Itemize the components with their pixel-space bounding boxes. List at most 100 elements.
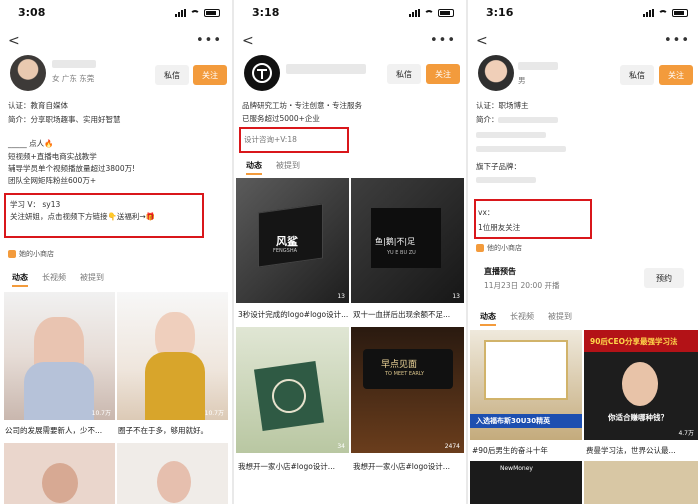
status-bar: 3:18: [234, 6, 466, 22]
like-count: 34: [337, 443, 345, 450]
bio-line: 辅导学员单个视频播放量超过3800万!: [8, 164, 136, 173]
contact-line: vx：: [478, 208, 495, 217]
bio: 简介：分享职场趣事、实用好智慧: [8, 115, 121, 124]
video-thumbnail[interactable]: [117, 443, 228, 504]
video-thumbnail[interactable]: 10.7万: [4, 292, 115, 420]
friends-following[interactable]: 1位朋友关注: [478, 222, 520, 233]
follow-button[interactable]: 关注: [426, 64, 460, 84]
like-count: 2474: [444, 443, 460, 450]
tab-long-video[interactable]: 长视频: [510, 311, 534, 326]
design-thumbnail[interactable]: 鱼|鹅|不|足 YU E BU ZU 13: [351, 178, 464, 303]
signal-icon: [409, 9, 420, 17]
message-button[interactable]: 私信: [387, 64, 421, 84]
logo-subtext: TO MEET EARLY: [385, 371, 425, 377]
status-time: 3:08: [18, 6, 46, 19]
like-count: 13: [452, 293, 460, 300]
design-thumbnail[interactable]: 34: [236, 327, 349, 453]
more-icon[interactable]: •••: [664, 33, 690, 48]
logo-text: 风鲨: [276, 235, 298, 248]
bio: 品牌研究工坊・专注创意・专注服务: [242, 101, 362, 110]
profile-panel-3: 3:16 < ••• 男 私信 关注 认证：职场博主 简介： 旗下子品牌： vx…: [468, 0, 700, 504]
shop-icon: [8, 250, 16, 258]
banner-text: 90后CEO分享最强学习法: [590, 337, 678, 346]
message-button[interactable]: 私信: [155, 65, 189, 85]
logo-text: 鱼|鹅|不|足: [375, 237, 416, 246]
thumbnail-text: 你适合赚哪种钱？: [608, 413, 668, 422]
follow-button[interactable]: 关注: [193, 65, 227, 85]
avatar[interactable]: [10, 55, 46, 91]
tab-bar: 动态 被提到: [246, 160, 300, 175]
message-button[interactable]: 私信: [620, 65, 654, 85]
contact-line: 关注妍姐，点击视频下方链接👇送福利→🎁: [10, 212, 155, 221]
gender: 男: [518, 76, 526, 85]
bio-line: _____ 点人🔥: [8, 139, 54, 148]
status-bar: 3:08: [0, 6, 232, 22]
bio: 简介：: [476, 115, 499, 124]
video-caption: 费曼学习法，世界公认最...: [586, 446, 676, 455]
video-caption: #90后男生的奋斗十年: [472, 446, 548, 455]
avatar[interactable]: [478, 55, 514, 91]
sub-brand: 旗下子品牌：: [476, 162, 521, 171]
like-count: 10.7万: [204, 410, 224, 417]
back-icon[interactable]: <: [242, 33, 254, 49]
shop-link[interactable]: 她的小商店: [8, 249, 54, 259]
shop-label: 她的小商店: [19, 250, 54, 258]
back-icon[interactable]: <: [8, 33, 20, 49]
tab-mentions[interactable]: 被提到: [548, 311, 572, 326]
video-caption: 公司的发展需要新人，少不...: [5, 426, 103, 435]
like-count: 13: [337, 293, 345, 300]
video-caption: 圈子不在于多，够用就好。: [118, 426, 208, 435]
tab-posts[interactable]: 动态: [12, 272, 28, 287]
contact-line: 设计咨询+V:18: [244, 135, 297, 144]
bio-line: 已服务超过5000+企业: [242, 114, 320, 123]
bio-line: 团队全网矩阵粉丝600万+: [8, 176, 97, 185]
tab-mentions[interactable]: 被提到: [276, 160, 300, 175]
post-caption: 我想开一家小店#logo设计...: [238, 462, 335, 471]
wifi-icon: [424, 9, 434, 17]
signal-icon: [643, 9, 654, 17]
video-thumbnail[interactable]: 入选福布斯30U30精英: [470, 330, 582, 440]
video-thumbnail[interactable]: 90后CEO分享最强学习法 你适合赚哪种钱？ 4.7万: [584, 330, 698, 440]
battery-icon: [438, 9, 454, 17]
logo-subtext: FENGSHA: [273, 248, 298, 254]
back-icon[interactable]: <: [476, 33, 488, 49]
status-time: 3:16: [486, 6, 514, 19]
post-caption: 双十一血拼后出现余额不足...: [353, 310, 451, 319]
logo-text: 早点见面: [381, 360, 418, 370]
video-thumbnail[interactable]: [4, 443, 115, 504]
highlight-box: [474, 199, 592, 239]
design-thumbnail[interactable]: 早点见面 TO MEET EARLY 2474: [351, 327, 464, 453]
bio-line: 短视频+直播电商实战教学: [8, 152, 97, 161]
tab-mentions[interactable]: 被提到: [80, 272, 104, 287]
thumbnail-text: NewMoney: [500, 465, 533, 472]
signal-icon: [175, 9, 186, 17]
design-thumbnail[interactable]: 风鲨 FENGSHA 13: [236, 178, 349, 303]
video-thumbnail[interactable]: 10.7万: [117, 292, 228, 420]
video-thumbnail[interactable]: [584, 461, 698, 504]
avatar[interactable]: [244, 55, 280, 91]
tab-bar: 动态 长视频 被提到: [480, 311, 572, 326]
battery-icon: [204, 9, 220, 17]
status-bar: 3:16: [468, 6, 700, 22]
logo-subtext: YU E BU ZU: [387, 250, 416, 256]
tab-posts[interactable]: 动态: [480, 311, 496, 326]
more-icon[interactable]: •••: [430, 33, 456, 48]
status-time: 3:18: [252, 6, 280, 19]
reserve-button[interactable]: 预约: [644, 268, 684, 288]
tab-posts[interactable]: 动态: [246, 160, 262, 175]
like-count: 10.7万: [91, 410, 111, 417]
contact-line: 学习 V： sy13: [10, 200, 61, 209]
gender-location: 女 广东 东莞: [52, 74, 95, 83]
video-thumbnail[interactable]: NewMoney: [470, 461, 582, 504]
thumbnail-text: 入选福布斯30U30精英: [476, 417, 551, 425]
more-icon[interactable]: •••: [196, 33, 222, 48]
post-caption: 我想开一家小店#logo设计...: [353, 462, 450, 471]
profile-panel-2: 3:18 < ••• 私信 关注 品牌研究工坊・专注创意・专注服务 已服务超过5…: [234, 0, 466, 504]
wifi-icon: [658, 9, 668, 17]
tab-bar: 动态 长视频 被提到: [12, 272, 104, 287]
shop-link[interactable]: 他的小商店: [476, 243, 522, 253]
live-title: 直播预告: [484, 267, 516, 276]
follow-button[interactable]: 关注: [659, 65, 693, 85]
live-time: 11月23日 20:00 开播: [484, 281, 560, 290]
tab-long-video[interactable]: 长视频: [42, 272, 66, 287]
